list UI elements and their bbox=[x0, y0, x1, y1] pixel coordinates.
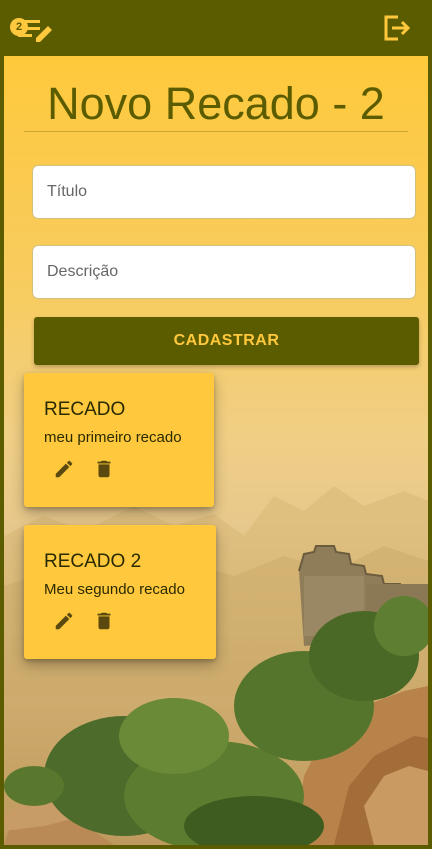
app-frame: 2 Novo Recado - 2 CADASTRAR RECADO meu p… bbox=[4, 0, 428, 845]
cadastrar-button[interactable]: CADASTRAR bbox=[34, 317, 419, 365]
recado-description: Meu segundo recado bbox=[44, 581, 185, 598]
logout-icon[interactable] bbox=[380, 12, 412, 44]
recado-card: RECADO meu primeiro recado bbox=[24, 373, 214, 507]
delete-recado-button[interactable] bbox=[90, 455, 118, 483]
page-title: Novo Recado - 2 bbox=[47, 78, 385, 129]
edit-recado-button[interactable] bbox=[50, 607, 78, 635]
descricao-input[interactable] bbox=[32, 245, 416, 299]
recado-title: RECADO bbox=[44, 399, 126, 420]
title-divider bbox=[24, 131, 408, 132]
notes-count-badge: 2 bbox=[10, 18, 28, 36]
notes-counter-button[interactable]: 2 bbox=[10, 12, 56, 48]
trash-icon bbox=[97, 460, 111, 478]
app-bar: 2 bbox=[4, 0, 428, 56]
edit-recado-button[interactable] bbox=[50, 455, 78, 483]
pencil-icon bbox=[55, 612, 73, 630]
titulo-input[interactable] bbox=[32, 165, 416, 219]
trash-icon bbox=[97, 612, 111, 630]
pencil-icon bbox=[55, 460, 73, 478]
recado-description: meu primeiro recado bbox=[44, 429, 182, 446]
delete-recado-button[interactable] bbox=[90, 607, 118, 635]
recado-card: RECADO 2 Meu segundo recado bbox=[24, 525, 216, 659]
recado-title: RECADO 2 bbox=[44, 551, 142, 572]
